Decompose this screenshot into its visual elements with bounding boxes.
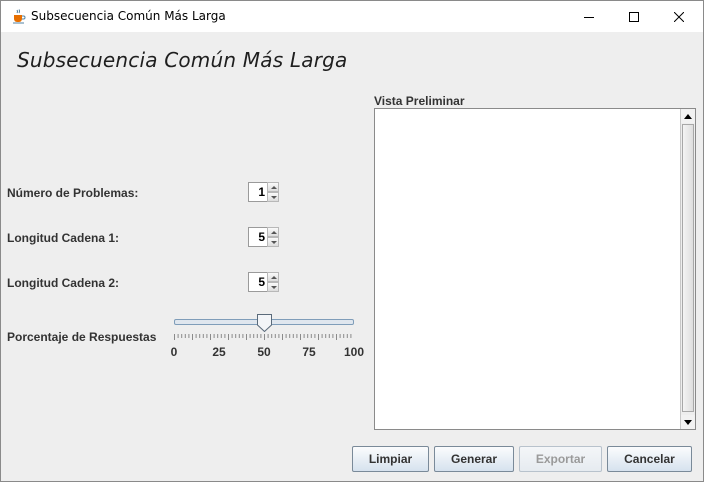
close-icon [674,11,684,22]
generate-button[interactable]: Generar [434,446,514,472]
num-problems-spinner[interactable]: 1 [248,182,279,202]
chevron-down-icon [271,241,277,244]
length-1-increment-button[interactable] [267,227,279,237]
length-2-spinner[interactable]: 5 [248,272,279,292]
chevron-up-icon [271,231,277,234]
answer-percentage-slider-thumb[interactable] [257,314,272,332]
preview-textarea[interactable] [374,108,696,430]
length-1-decrement-button[interactable] [267,237,279,247]
length-2-increment-button[interactable] [267,272,279,282]
page-title: Subsecuencia Común Más Larga [17,48,348,72]
chevron-up-icon [271,276,277,279]
slider-tick-label: 50 [257,345,271,359]
minimize-icon [584,16,594,18]
chevron-up-icon [271,186,277,189]
clear-button[interactable]: Limpiar [352,446,429,472]
length-1-value[interactable]: 5 [249,228,267,246]
maximize-button[interactable] [611,1,657,32]
slider-tick-label: 0 [170,345,178,359]
cancel-button[interactable]: Cancelar [607,446,692,472]
scroll-up-arrow-icon [684,113,692,119]
answer-percentage-label: Porcentaje de Respuestas [7,330,157,344]
chevron-down-icon [271,286,277,289]
num-problems-value[interactable]: 1 [249,183,267,201]
answer-percentage-slider-ticks [174,334,352,340]
slider-tick-label: 100 [343,345,365,359]
title-bar: Subsecuencia Común Más Larga [1,1,703,32]
preview-label: Vista Preliminar [374,94,465,108]
slider-tick-label: 75 [302,345,316,359]
num-problems-label: Número de Problemas: [7,186,139,200]
length-1-spinner[interactable]: 5 [248,227,279,247]
maximize-icon [629,11,639,22]
close-button[interactable] [656,1,702,32]
java-coffee-cup-icon [13,9,26,24]
slider-tick-label: 25 [212,345,226,359]
num-problems-increment-button[interactable] [267,182,279,192]
length-2-label: Longitud Cadena 2: [7,276,119,290]
scroll-down-arrow-icon [684,419,692,425]
app-window: Subsecuencia Común Más Larga Subsecuenci… [0,0,704,482]
window-title: Subsecuencia Común Más Larga [31,9,226,23]
preview-scrollbar[interactable] [680,109,695,429]
minimize-button[interactable] [566,1,612,32]
scroll-thumb[interactable] [682,124,694,412]
export-button[interactable]: Exportar [519,446,602,472]
length-1-label: Longitud Cadena 1: [7,231,119,245]
length-2-decrement-button[interactable] [267,282,279,292]
num-problems-decrement-button[interactable] [267,192,279,202]
chevron-down-icon [271,196,277,199]
scroll-down-button[interactable] [681,415,695,429]
length-2-value[interactable]: 5 [249,273,267,291]
scroll-up-button[interactable] [681,109,695,123]
